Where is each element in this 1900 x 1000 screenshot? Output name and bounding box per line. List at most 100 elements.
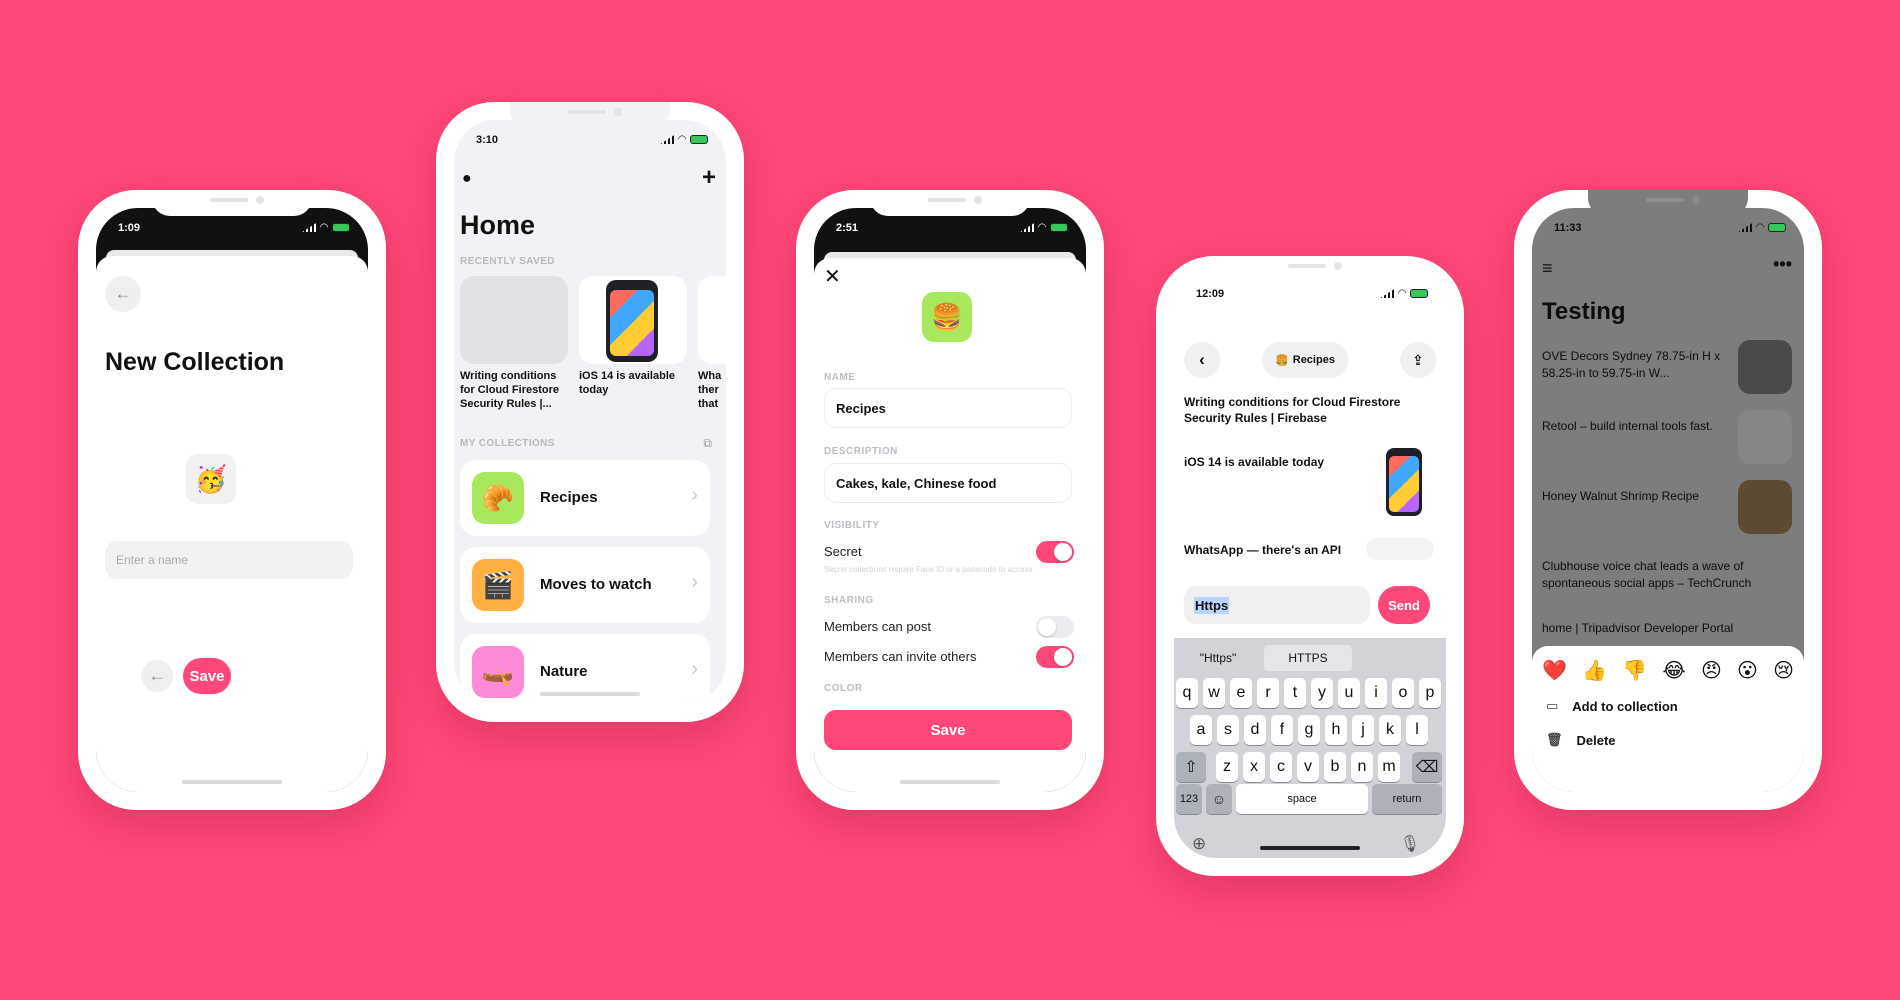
key-e[interactable]: e xyxy=(1230,678,1252,708)
key-w[interactable]: w xyxy=(1203,678,1225,708)
hamburger-icon[interactable]: ≡ xyxy=(1542,258,1553,279)
reaction-heart[interactable]: ❤️ xyxy=(1542,658,1567,683)
recent-card-image[interactable] xyxy=(460,276,568,364)
phone-collection-detail: 12:09 ◠ ‹ 🍔 Recipes ⇪ Writing conditions… xyxy=(1156,256,1464,876)
return-key[interactable]: return xyxy=(1372,784,1442,814)
suggestion[interactable]: HTTPS xyxy=(1264,645,1352,671)
reaction-sad[interactable]: 😢 xyxy=(1773,658,1794,683)
profile-icon[interactable]: ● xyxy=(462,170,472,188)
back-button[interactable]: ‹ xyxy=(1184,342,1220,378)
name-field[interactable]: Recipes xyxy=(824,388,1072,428)
link-title[interactable]: Writing conditions for Cloud Firestore S… xyxy=(1184,394,1424,426)
collection-row-movies[interactable]: 🎬 Moves to watch › xyxy=(460,547,710,623)
emoji-picker-button[interactable]: 🥳 xyxy=(186,454,236,504)
key-g[interactable]: g xyxy=(1298,715,1320,745)
prev-button[interactable]: ← xyxy=(141,660,173,692)
key-f[interactable]: f xyxy=(1271,715,1293,745)
key-v[interactable]: v xyxy=(1297,752,1319,782)
key-t[interactable]: t xyxy=(1284,678,1306,708)
screen: 12:09 ◠ ‹ 🍔 Recipes ⇪ Writing conditions… xyxy=(1174,274,1446,858)
secret-note: Secret collections require Face ID or a … xyxy=(824,565,1033,574)
key-q[interactable]: q xyxy=(1176,678,1198,708)
sharing-label: SHARING xyxy=(824,595,874,606)
key-s[interactable]: s xyxy=(1217,715,1239,745)
key-p[interactable]: p xyxy=(1419,678,1441,708)
chevron-right-icon: › xyxy=(691,658,698,680)
link-thumbnail[interactable] xyxy=(1372,446,1434,518)
delete-item[interactable]: 🗑 Delete xyxy=(1546,732,1616,748)
name-input[interactable] xyxy=(105,541,353,579)
key-d[interactable]: d xyxy=(1244,715,1266,745)
collection-row-recipes[interactable]: 🥐 Recipes › xyxy=(460,460,710,536)
collection-pill[interactable]: 🍔 Recipes xyxy=(1262,342,1348,378)
more-icon[interactable]: ••• xyxy=(1773,254,1792,275)
status-bar: 3:10 ◠ xyxy=(454,134,726,154)
add-to-collection-item[interactable]: ▭ Add to collection xyxy=(1546,698,1678,714)
members-invite-label: Members can invite others xyxy=(824,649,977,664)
key-r[interactable]: r xyxy=(1257,678,1279,708)
key-u[interactable]: u xyxy=(1338,678,1360,708)
key-l[interactable]: l xyxy=(1406,715,1428,745)
recent-card-image[interactable] xyxy=(579,276,687,364)
save-button[interactable]: Save xyxy=(183,658,231,694)
url-input-value: Https xyxy=(1194,596,1230,614)
suggestion[interactable]: "Https" xyxy=(1174,645,1262,671)
key-j[interactable]: j xyxy=(1352,715,1374,745)
url-input[interactable]: Https xyxy=(1184,586,1370,624)
save-button[interactable]: Save xyxy=(824,710,1072,750)
back-button[interactable]: ← xyxy=(105,276,141,312)
status-time: 12:09 xyxy=(1196,288,1225,300)
microphone-icon[interactable]: 🎙 xyxy=(1400,834,1420,854)
key-b[interactable]: b xyxy=(1324,752,1346,782)
key-z[interactable]: z xyxy=(1216,752,1238,782)
key-a[interactable]: a xyxy=(1190,715,1212,745)
key-o[interactable]: o xyxy=(1392,678,1414,708)
list-item[interactable]: Honey Walnut Shrimp Recipe xyxy=(1542,488,1726,505)
phone-testing: 11:33 ◠ ≡ ••• Testing OVE Decors Sydney … xyxy=(1514,190,1822,810)
reaction-laugh[interactable]: 😂 xyxy=(1662,658,1685,683)
phone-home: 3:10 ◠ ● + Home RECENTLY SAVED Writing c… xyxy=(436,102,744,722)
secret-toggle[interactable] xyxy=(1036,541,1074,563)
shift-key[interactable]: ⇧ xyxy=(1176,752,1206,782)
reaction-angry[interactable]: 😠 xyxy=(1701,658,1722,683)
key-n[interactable]: n xyxy=(1351,752,1373,782)
send-button[interactable]: Send xyxy=(1378,586,1430,624)
link-title[interactable]: iOS 14 is available today xyxy=(1184,454,1334,470)
list-item[interactable]: OVE Decors Sydney 78.75-in H x 58.25-in … xyxy=(1542,348,1726,382)
list-item[interactable]: Clubhouse voice chat leads a wave of spo… xyxy=(1542,558,1782,592)
list-item[interactable]: Retool – build internal tools fast. xyxy=(1542,418,1726,435)
emoji-picker-button[interactable]: 🍔 xyxy=(922,292,972,342)
members-post-toggle[interactable] xyxy=(1036,616,1074,638)
add-icon[interactable]: + xyxy=(702,164,716,192)
members-invite-toggle[interactable] xyxy=(1036,646,1074,668)
key-h[interactable]: h xyxy=(1325,715,1347,745)
emoji-key[interactable]: ☺ xyxy=(1206,784,1232,814)
key-x[interactable]: x xyxy=(1243,752,1265,782)
collection-pill-label: Recipes xyxy=(1292,354,1335,366)
key-m[interactable]: m xyxy=(1378,752,1400,782)
description-field[interactable]: Cakes, kale, Chinese food xyxy=(824,463,1072,503)
close-icon[interactable]: ✕ xyxy=(824,264,841,289)
key-c[interactable]: c xyxy=(1270,752,1292,782)
globe-icon[interactable]: ⊕ xyxy=(1192,834,1206,854)
reaction-surprised[interactable]: 😮 xyxy=(1737,658,1758,683)
key-i[interactable]: i xyxy=(1365,678,1387,708)
status-bar: 12:09 ◠ xyxy=(1174,288,1446,308)
screen: 1:09 ◠ ← New Collection 🥳 ← Save xyxy=(96,208,368,792)
recent-card-title[interactable]: Writing conditions for Cloud Firestore S… xyxy=(460,369,572,411)
key-y[interactable]: y xyxy=(1311,678,1333,708)
collections-grid-icon[interactable]: ⧉ xyxy=(703,436,712,451)
key-k[interactable]: k xyxy=(1379,715,1401,745)
numbers-key[interactable]: 123 xyxy=(1176,784,1202,814)
reaction-thumbs-down[interactable]: 👎 xyxy=(1622,658,1647,683)
reaction-thumbs-up[interactable]: 👍 xyxy=(1582,658,1607,683)
space-key[interactable]: space xyxy=(1236,784,1368,814)
share-button[interactable]: ⇪ xyxy=(1400,342,1436,378)
delete-key[interactable]: ⌫ xyxy=(1412,752,1442,782)
recent-card-title[interactable]: Wha ther that xyxy=(698,369,726,411)
list-item[interactable]: home | Tripadvisor Developer Portal xyxy=(1542,620,1782,637)
recent-card-image[interactable] xyxy=(698,276,726,364)
link-thumbnail[interactable] xyxy=(1366,538,1434,560)
link-title[interactable]: WhatsApp — there's an API xyxy=(1184,542,1354,558)
recent-card-title[interactable]: iOS 14 is available today xyxy=(579,369,691,397)
